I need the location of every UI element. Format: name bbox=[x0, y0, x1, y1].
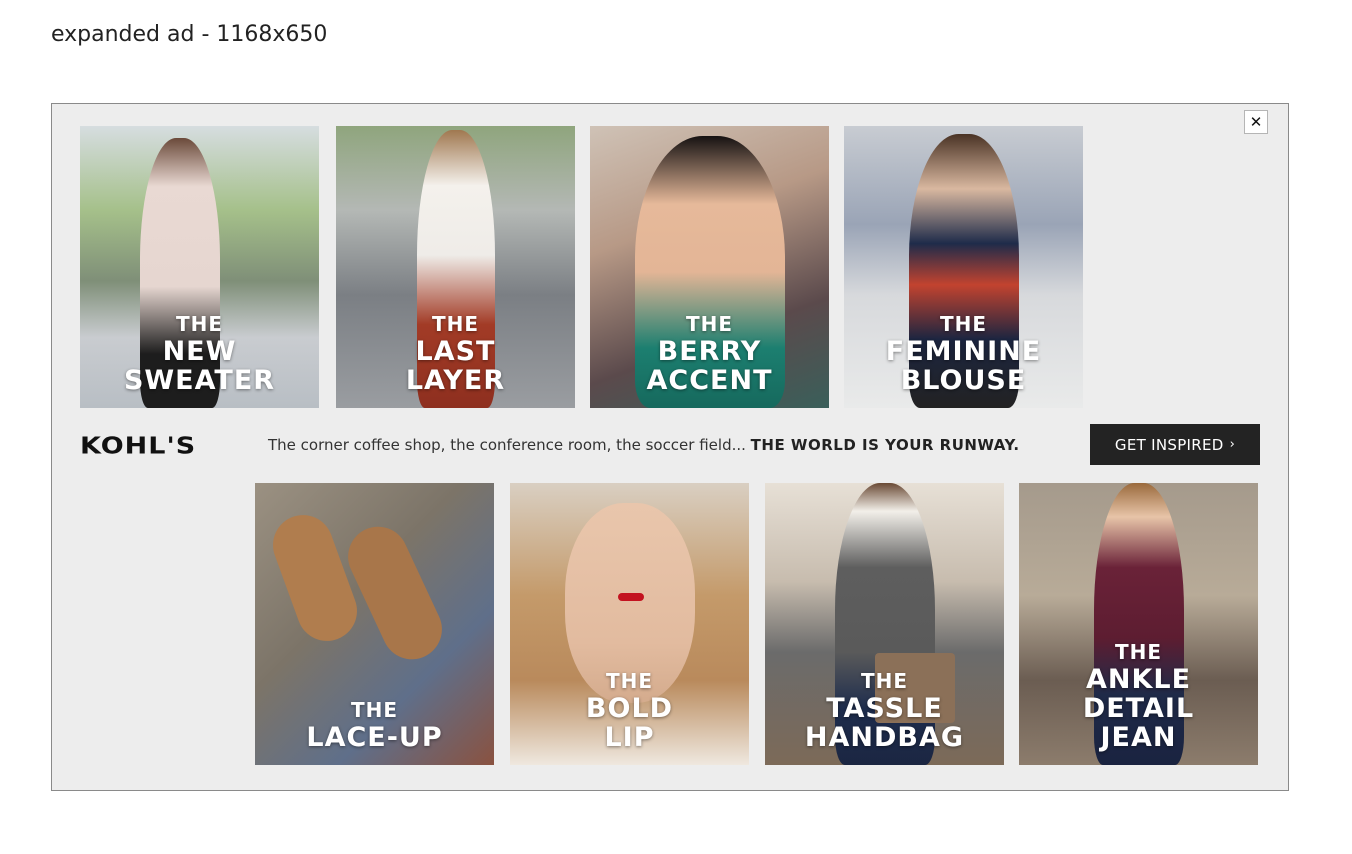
kohls-logo[interactable]: KOHL'S bbox=[80, 433, 196, 459]
tile-caption: THE LAST LAYER bbox=[405, 312, 506, 396]
tile-caption: THE NEW SWEATER bbox=[123, 312, 276, 396]
red-lip bbox=[618, 593, 644, 601]
tagline-text: The corner coffee shop, the conference r… bbox=[268, 436, 746, 454]
tile-lace-up[interactable]: THE LACE-UP bbox=[255, 483, 494, 765]
tile-tassle-handbag[interactable]: THE TASSLE HANDBAG bbox=[765, 483, 1004, 765]
tile-caption: THE LACE-UP bbox=[306, 698, 443, 753]
expanded-ad: ✕ THE NEW SWEATER THE LAST LAYER THE BER… bbox=[51, 103, 1289, 791]
tile-caption: THE ANKLE DETAIL JEAN bbox=[1082, 640, 1195, 753]
tile-caption: THE TASSLE HANDBAG bbox=[804, 669, 965, 753]
tagline-emphasis: THE WORLD IS YOUR RUNWAY. bbox=[750, 436, 1020, 454]
tile-ankle-detail-jean[interactable]: THE ANKLE DETAIL JEAN bbox=[1019, 483, 1258, 765]
cta-label: GET INSPIRED bbox=[1114, 435, 1224, 454]
tile-caption: THE BERRY ACCENT bbox=[646, 312, 773, 396]
tile-caption: THE FEMININE BLOUSE bbox=[885, 312, 1042, 396]
tile-bold-lip[interactable]: THE BOLD LIP bbox=[510, 483, 749, 765]
tile-berry-accent[interactable]: THE BERRY ACCENT bbox=[590, 126, 829, 408]
tile-caption: THE BOLD LIP bbox=[585, 669, 674, 753]
tile-last-layer[interactable]: THE LAST LAYER bbox=[336, 126, 575, 408]
chevron-right-icon: › bbox=[1229, 437, 1236, 452]
tile-feminine-blouse[interactable]: THE FEMININE BLOUSE bbox=[844, 126, 1083, 408]
close-icon[interactable]: ✕ bbox=[1244, 110, 1268, 134]
get-inspired-button[interactable]: GET INSPIRED › bbox=[1090, 424, 1260, 465]
tagline: The corner coffee shop, the conference r… bbox=[268, 436, 1020, 454]
page-label: expanded ad - 1168x650 bbox=[51, 22, 328, 47]
tile-new-sweater[interactable]: THE NEW SWEATER bbox=[80, 126, 319, 408]
